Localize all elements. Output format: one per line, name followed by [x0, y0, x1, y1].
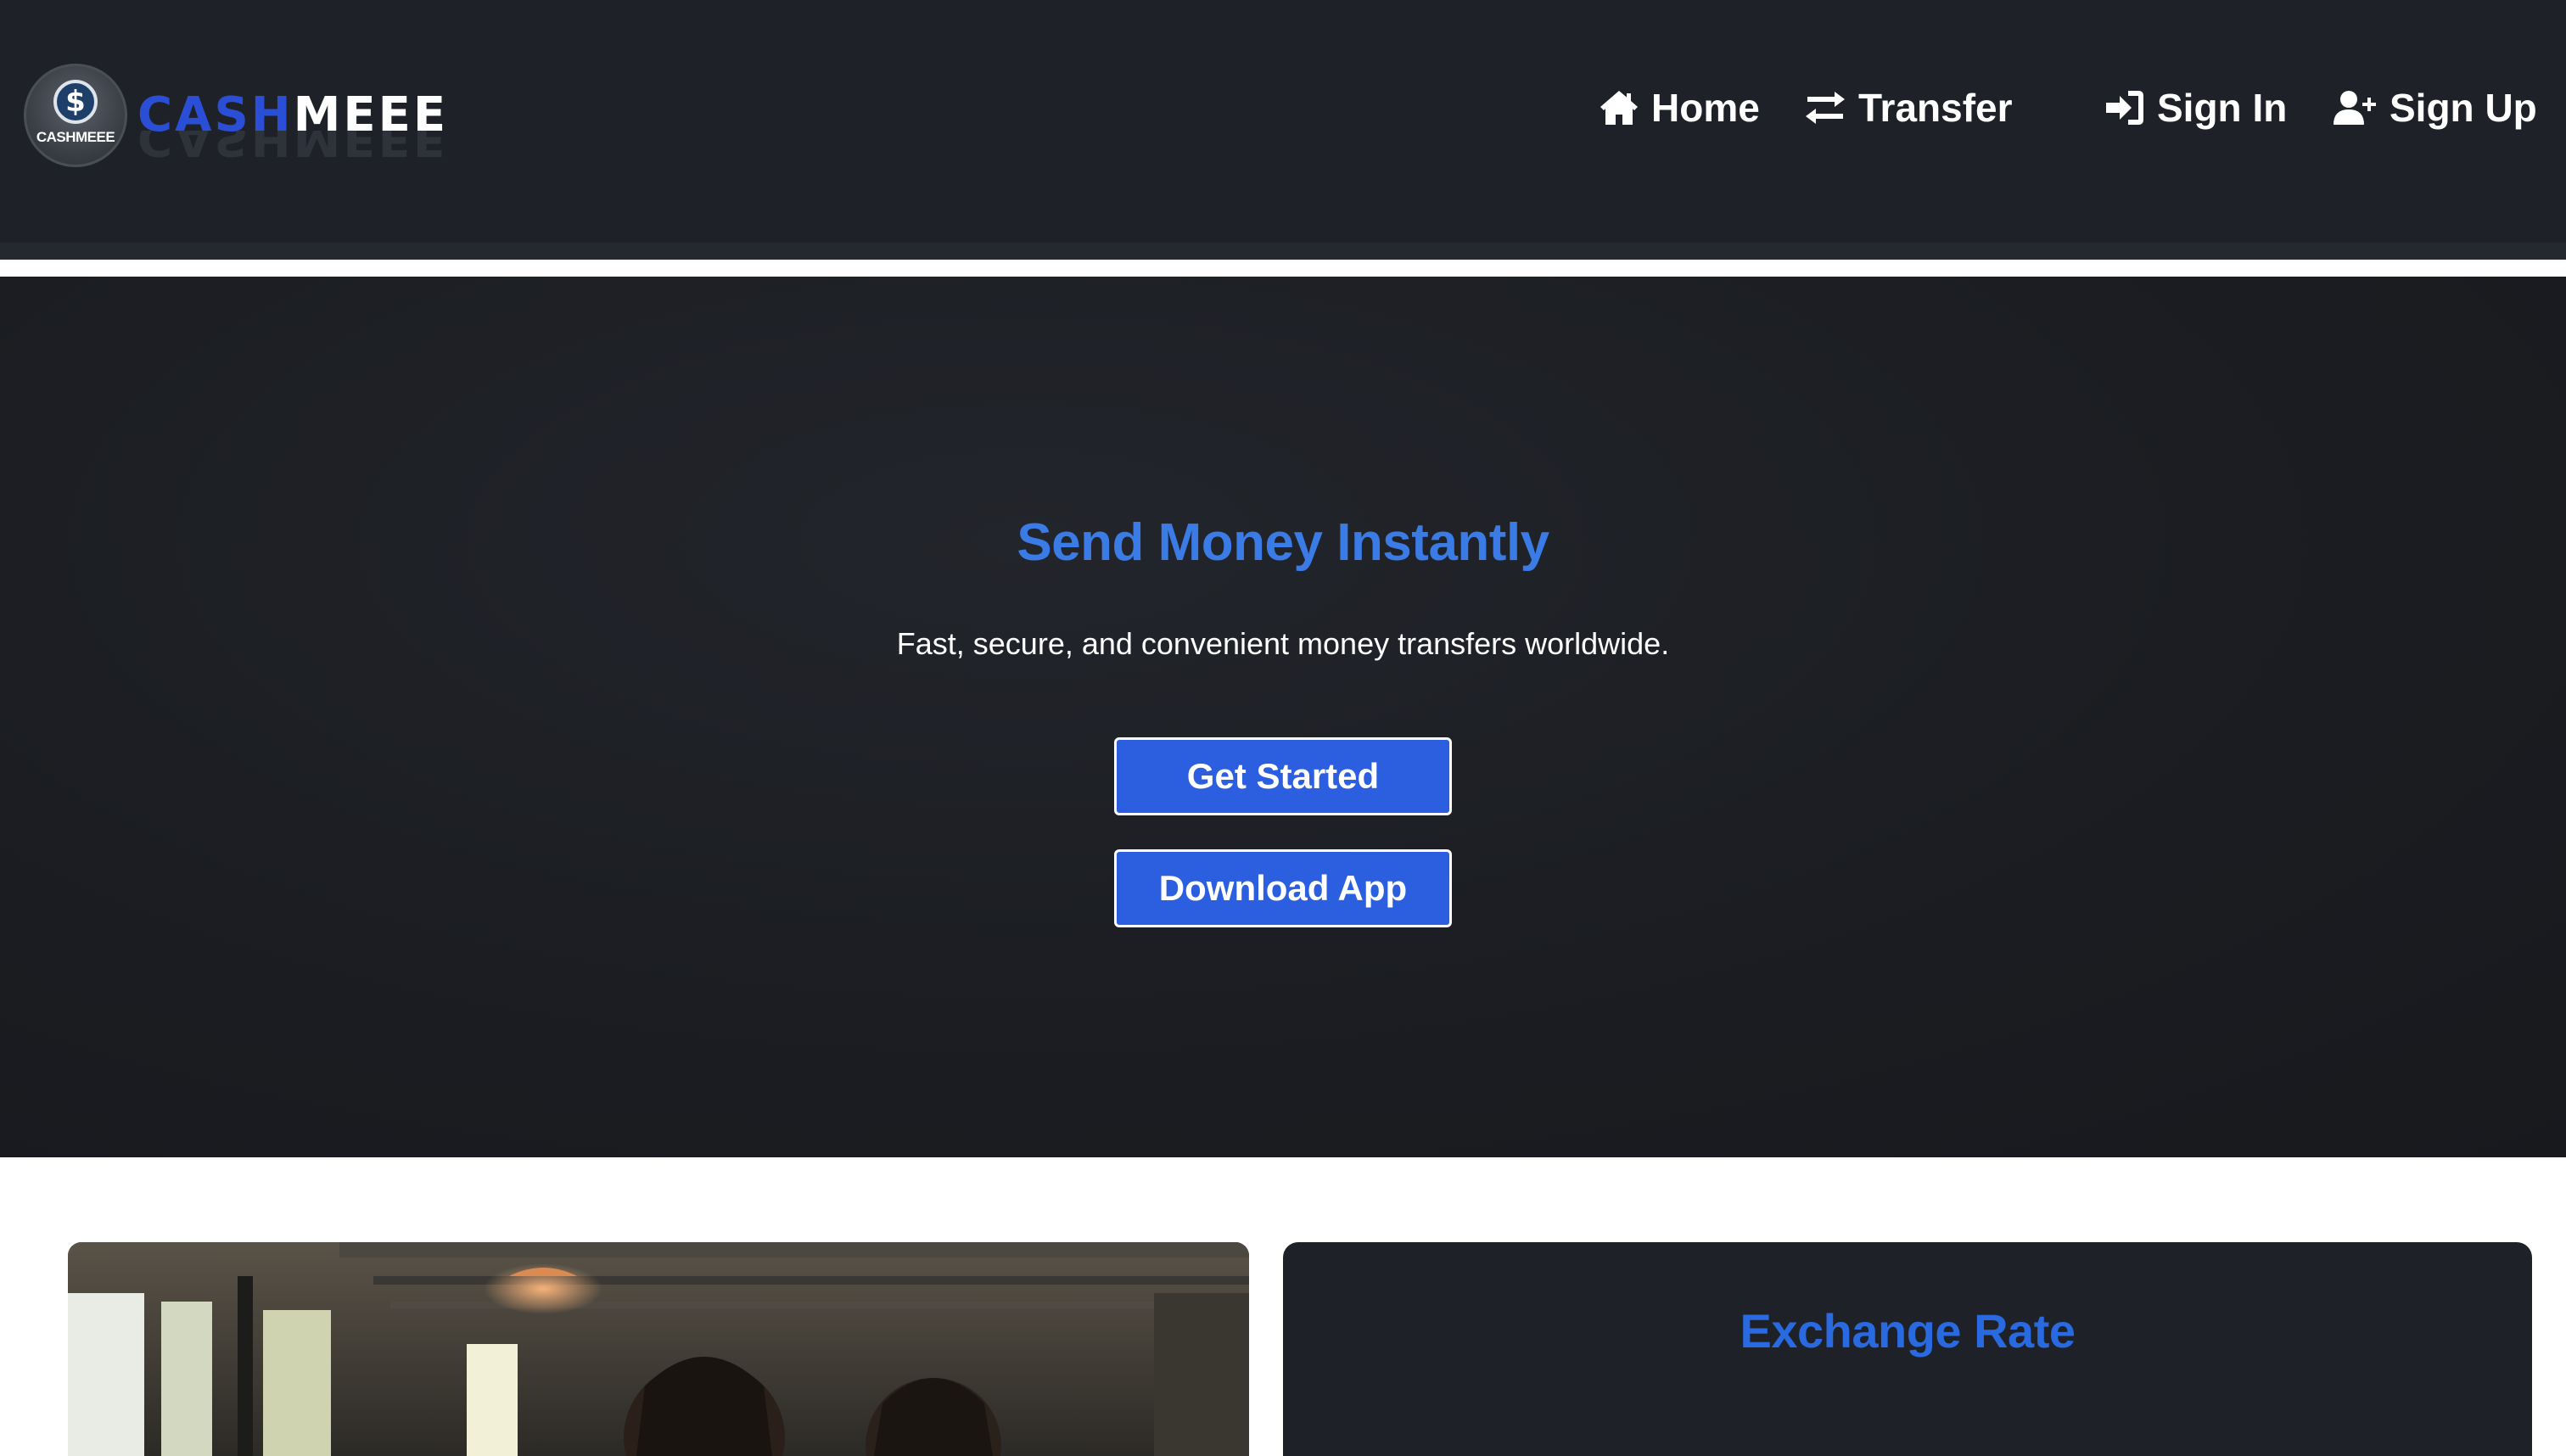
nav-sign-up-link[interactable]: Sign Up: [2333, 85, 2537, 131]
hero-section: Send Money Instantly Fast, secure, and c…: [0, 277, 2566, 1157]
nav-home-label: Home: [1651, 86, 1760, 130]
navbar-bottom-strip: [0, 243, 2566, 260]
nav-transfer-link[interactable]: Transfer: [1804, 85, 2013, 131]
top-navbar: $ CASHMEEE CASHMEEE CASHMEEE Home Transf…: [0, 0, 2566, 243]
sign-in-icon: [2106, 91, 2143, 125]
exchange-rate-title: Exchange Rate: [1740, 1304, 2076, 1358]
get-started-button[interactable]: Get Started: [1114, 737, 1452, 815]
brand-wordmark-reflection: CASHMEEE: [137, 131, 449, 161]
dollar-coin-icon: $: [53, 80, 98, 124]
user-plus-icon: [2333, 91, 2376, 125]
brand-wordmark: CASHMEEE CASHMEEE: [137, 92, 448, 162]
nav-sign-in-link[interactable]: Sign In: [2104, 85, 2287, 131]
nav-transfer-label: Transfer: [1858, 86, 2013, 130]
home-icon: [1600, 91, 1638, 125]
people-photo-illustration: [68, 1242, 1249, 1456]
hero-subtitle: Fast, secure, and convenient money trans…: [896, 626, 1670, 661]
nav-sign-in-label: Sign In: [2157, 86, 2288, 130]
logo-text: CASHMEEE: [36, 129, 115, 145]
brand-logo-link[interactable]: $ CASHMEEE CASHMEEE CASHMEEE: [24, 63, 448, 168]
download-app-button[interactable]: Download App: [1114, 849, 1452, 927]
transfer-arrows-icon: [1806, 92, 1845, 124]
hero-title: Send Money Instantly: [1017, 513, 1549, 572]
nav-home-link[interactable]: Home: [1599, 85, 1760, 131]
nav-sign-up-label: Sign Up: [2390, 86, 2537, 130]
exchange-rate-card: Exchange Rate: [1283, 1242, 2532, 1456]
brand-logo: $ CASHMEEE: [24, 64, 127, 167]
hero-photo: [68, 1242, 1249, 1456]
